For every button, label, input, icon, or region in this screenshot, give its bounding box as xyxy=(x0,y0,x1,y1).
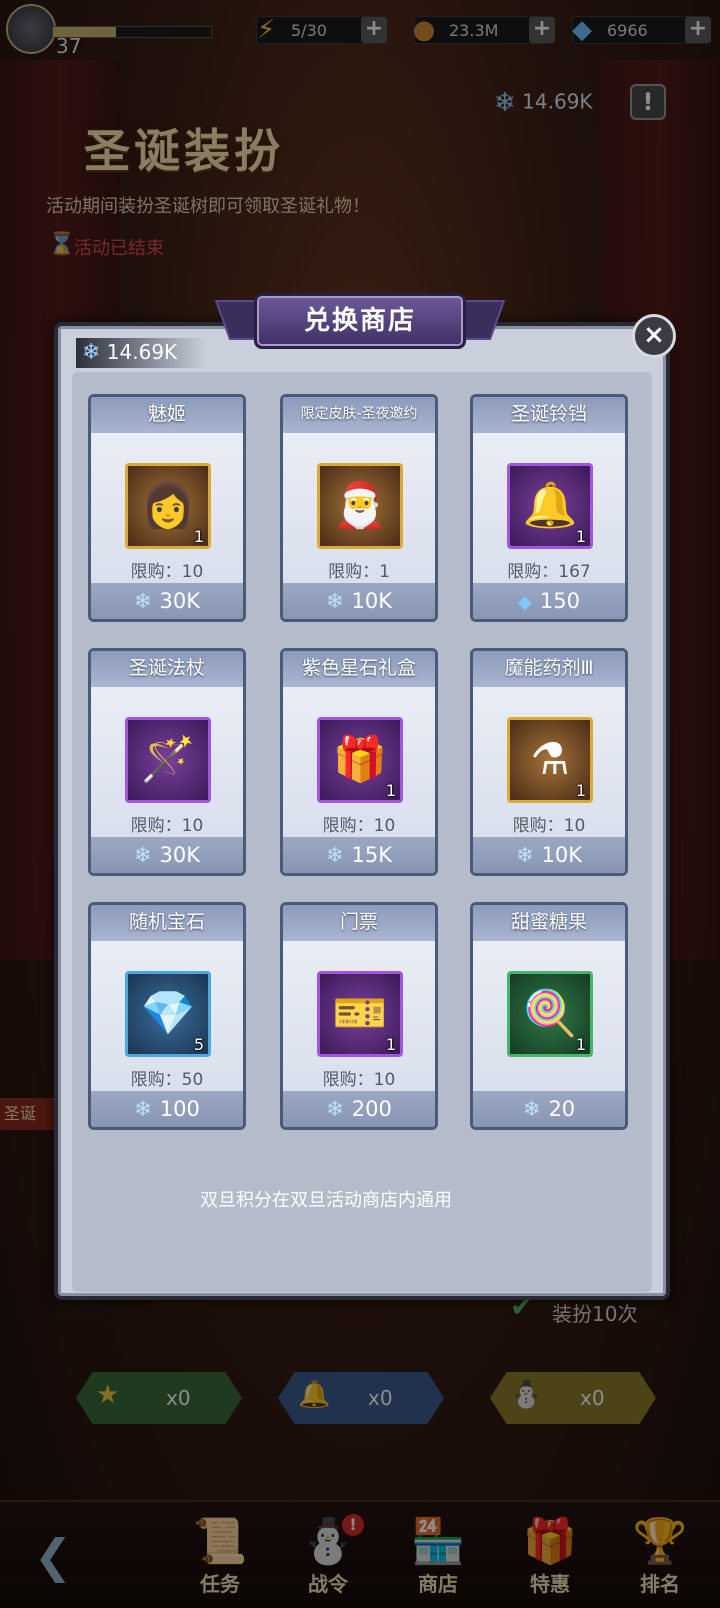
price-value: 15K xyxy=(351,843,393,867)
shop-item-card-skin-holy-night[interactable]: 限定皮肤-圣夜邀约 🎅 限购：1 ❄ 10K xyxy=(280,394,438,622)
snowflake-icon: ❄ xyxy=(82,340,101,365)
shop-item-card-purple-gem-gift-box[interactable]: 紫色星石礼盒 🎁 1 限购：10 ❄ 15K xyxy=(280,648,438,876)
item-body: 🎁 1 限购：10 xyxy=(283,687,435,837)
item-icon-frame[interactable]: 🪄 xyxy=(125,717,211,803)
purchase-limit: 限购：50 xyxy=(130,1070,204,1090)
item-name: 限定皮肤-圣夜邀约 xyxy=(283,397,435,433)
item-body: 🎫 1 限购：10 xyxy=(283,941,435,1091)
item-name: 魔能药剂Ⅲ xyxy=(473,651,625,687)
item-body: ⚗ 1 限购：10 xyxy=(473,687,625,837)
buy-price-button[interactable]: ❄ 100 xyxy=(91,1091,243,1127)
item-body: 🎅 限购：1 xyxy=(283,433,435,583)
purchase-limit: 限购：1 xyxy=(328,562,390,582)
random-gem-icon: 💎 xyxy=(140,988,196,1039)
shop-item-card-random-gem[interactable]: 随机宝石 💎 5 限购：50 ❄ 100 xyxy=(88,902,246,1130)
item-quantity: 1 xyxy=(385,781,396,800)
christmas-bell-icon: 🔔 xyxy=(522,480,578,531)
buy-price-button[interactable]: ❄ 30K xyxy=(91,583,243,619)
purchase-limit: 限购：10 xyxy=(130,562,204,582)
item-quantity: 1 xyxy=(575,781,586,800)
price-value: 30K xyxy=(159,589,201,613)
item-icon-frame[interactable]: 🍭 1 xyxy=(507,971,593,1057)
snowflake-icon: ❄ xyxy=(515,843,534,867)
snowflake-icon: ❄ xyxy=(133,843,152,867)
buy-price-button[interactable]: ❄ 200 xyxy=(283,1091,435,1127)
item-icon-frame[interactable]: 🎫 1 xyxy=(317,971,403,1057)
diamond-icon: ◆ xyxy=(518,592,532,613)
meiji-icon: 👩 xyxy=(140,480,196,531)
item-quantity: 1 xyxy=(385,1035,396,1054)
item-name: 门票 xyxy=(283,905,435,941)
item-name: 甜蜜糖果 xyxy=(473,905,625,941)
skin-holy-night-icon: 🎅 xyxy=(332,480,388,531)
shop-currency: ❄ 14.69K xyxy=(76,338,208,368)
price-value: 100 xyxy=(159,1097,200,1121)
shop-item-card-meiji[interactable]: 魅姬 👩 1 限购：10 ❄ 30K xyxy=(88,394,246,622)
ticket-icon: 🎫 xyxy=(332,988,388,1039)
snowflake-icon: ❄ xyxy=(325,843,344,867)
shop-title: 兑换商店 xyxy=(254,293,466,349)
purchase-limit: 限购：10 xyxy=(130,816,204,836)
item-icon-frame[interactable]: 🎅 xyxy=(317,463,403,549)
shop-item-card-magic-potion-iii[interactable]: 魔能药剂Ⅲ ⚗ 1 限购：10 ❄ 10K xyxy=(470,648,628,876)
snowflake-icon: ❄ xyxy=(134,1097,152,1121)
buy-price-button[interactable]: ❄ 10K xyxy=(473,837,625,873)
item-quantity: 1 xyxy=(575,527,586,546)
item-name: 紫色星石礼盒 xyxy=(283,651,435,687)
buy-price-button[interactable]: ❄ 15K xyxy=(283,837,435,873)
item-body: 🪄 限购：10 xyxy=(91,687,243,837)
item-body: 💎 5 限购：50 xyxy=(91,941,243,1091)
shop-item-card-christmas-bell[interactable]: 圣诞铃铛 🔔 1 限购：167 ◆ 150 xyxy=(470,394,628,622)
price-value: 10K xyxy=(351,589,393,613)
item-body: 👩 1 限购：10 xyxy=(91,433,243,583)
item-icon-frame[interactable]: 💎 5 xyxy=(125,971,211,1057)
item-name: 圣诞法杖 xyxy=(91,651,243,687)
purchase-limit: 限购：10 xyxy=(512,816,586,836)
item-icon-frame[interactable]: ⚗ 1 xyxy=(507,717,593,803)
item-name: 魅姬 xyxy=(91,397,243,433)
item-icon-frame[interactable]: 🎁 1 xyxy=(317,717,403,803)
snowflake-icon: ❄ xyxy=(133,589,152,613)
price-value: 150 xyxy=(539,589,580,613)
item-body: 🍭 1 xyxy=(473,941,625,1091)
christmas-staff-icon: 🪄 xyxy=(140,734,196,785)
item-quantity: 1 xyxy=(193,527,204,546)
item-name: 圣诞铃铛 xyxy=(473,397,625,433)
price-value: 200 xyxy=(351,1097,392,1121)
shop-tip: 双旦积分在双旦活动商店内通用 xyxy=(200,1190,452,1211)
shop-item-card-christmas-staff[interactable]: 圣诞法杖 🪄 限购：10 ❄ 30K xyxy=(88,648,246,876)
shop-currency-value: 14.69K xyxy=(106,340,178,364)
item-quantity: 1 xyxy=(575,1035,586,1054)
purchase-limit: 限购：10 xyxy=(322,816,396,836)
buy-price-button[interactable]: ❄ 10K xyxy=(283,583,435,619)
item-icon-frame[interactable]: 👩 1 xyxy=(125,463,211,549)
snowflake-icon: ❄ xyxy=(326,1097,344,1121)
close-button[interactable]: × xyxy=(632,314,676,358)
sweet-candy-icon: 🍭 xyxy=(522,988,578,1039)
price-value: 30K xyxy=(159,843,201,867)
price-value: 10K xyxy=(541,843,583,867)
magic-potion-iii-icon: ⚗ xyxy=(530,734,570,785)
price-value: 20 xyxy=(548,1097,576,1121)
item-quantity: 5 xyxy=(193,1035,204,1054)
item-body: 🔔 1 限购：167 xyxy=(473,433,625,583)
buy-price-button[interactable]: ❄ 30K xyxy=(91,837,243,873)
purchase-limit: 限购：10 xyxy=(322,1070,396,1090)
snowflake-icon: ❄ xyxy=(522,1097,541,1121)
snowflake-icon: ❄ xyxy=(325,589,344,613)
shop-item-card-sweet-candy[interactable]: 甜蜜糖果 🍭 1 ❄ 20 xyxy=(470,902,628,1130)
purple-gem-gift-box-icon: 🎁 xyxy=(332,734,388,785)
buy-price-button[interactable]: ❄ 20 xyxy=(473,1091,625,1127)
purchase-limit: 限购：167 xyxy=(507,562,591,582)
buy-price-button[interactable]: ◆ 150 xyxy=(473,583,625,619)
item-name: 随机宝石 xyxy=(91,905,243,941)
item-icon-frame[interactable]: 🔔 1 xyxy=(507,463,593,549)
shop-item-card-ticket[interactable]: 门票 🎫 1 限购：10 ❄ 200 xyxy=(280,902,438,1130)
